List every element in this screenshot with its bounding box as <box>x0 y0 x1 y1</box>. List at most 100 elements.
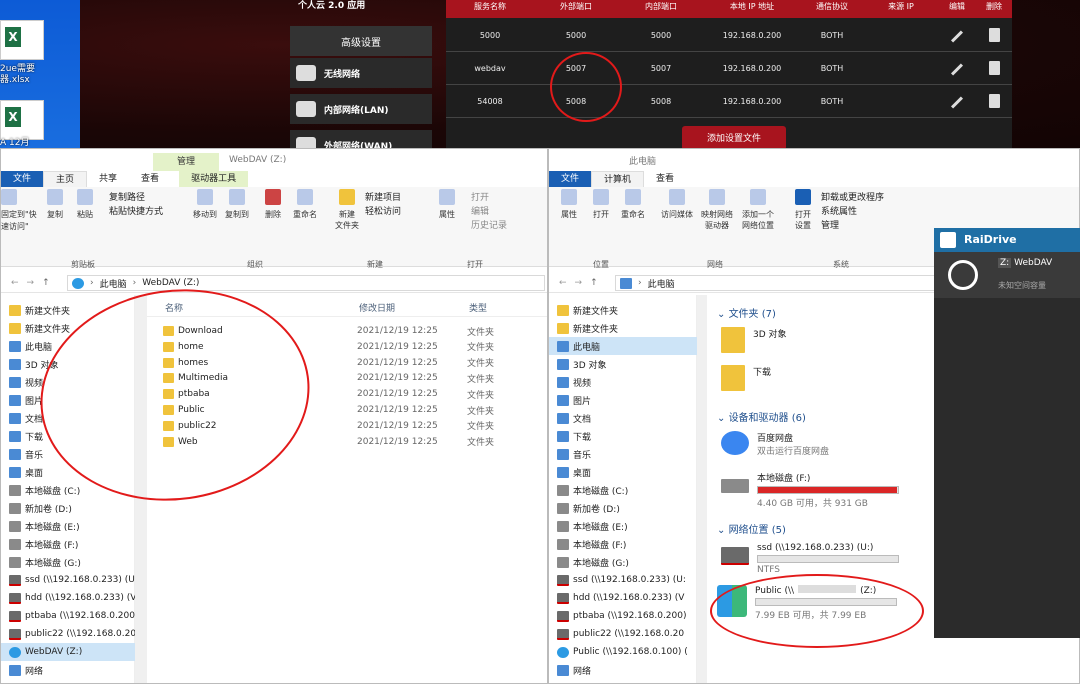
system-properties-button[interactable]: 系统属性 <box>821 205 884 219</box>
device-tile-baidu[interactable]: 百度网盘 双击运行百度网盘 <box>721 431 829 457</box>
delete-button[interactable]: 删除 <box>257 189 289 220</box>
nav-item[interactable]: 新加卷 (D:) <box>1 499 135 517</box>
nav-item[interactable]: 本地磁盘 (G:) <box>1 553 135 571</box>
menu-lan[interactable]: 内部网络(LAN) <box>290 94 432 124</box>
map-drive-button[interactable]: 映射网络 驱动器 <box>697 189 737 231</box>
breadcrumb[interactable]: › 此电脑 <box>615 275 935 291</box>
edit-button[interactable] <box>938 96 976 109</box>
section-devices[interactable]: ⌄ 设备和驱动器 (6) <box>717 409 806 424</box>
nav-scrollbar[interactable] <box>697 295 707 683</box>
breadcrumb-item[interactable]: 此电脑 <box>100 277 127 290</box>
network-tile-ssd[interactable]: ssd (\\192.168.0.233) (U:) NTFS <box>721 543 899 575</box>
section-folders[interactable]: ⌄ 文件夹 (7) <box>717 305 776 320</box>
open-button[interactable]: 打开 <box>471 191 507 205</box>
edit-button[interactable]: 编辑 <box>471 205 507 219</box>
folder-tile[interactable]: 3D 对象 <box>721 327 787 353</box>
nav-item[interactable]: 本地磁盘 (F:) <box>549 535 697 553</box>
nav-item[interactable]: 网络 <box>1 661 135 679</box>
delete-button[interactable] <box>976 27 1012 44</box>
nav-item[interactable]: 视频 <box>549 373 697 391</box>
nav-item[interactable]: 音乐 <box>549 445 697 463</box>
paste-shortcut-button[interactable]: 粘贴快捷方式 <box>109 205 163 219</box>
breadcrumb-item[interactable]: WebDAV (Z:) <box>142 278 199 288</box>
edit-button[interactable] <box>938 30 976 43</box>
uninstall-button[interactable]: 卸载或更改程序 <box>821 191 884 205</box>
copy-path-button[interactable]: 复制路径 <box>109 191 163 205</box>
up-arrow-icon[interactable]: ↑ <box>42 278 50 288</box>
copy-button[interactable]: 复制 <box>39 189 71 220</box>
nav-item[interactable]: 本地磁盘 (C:) <box>549 481 697 499</box>
nav-item[interactable]: public22 (\\192.168.0.20 <box>549 625 697 643</box>
up-arrow-icon[interactable]: ↑ <box>590 278 598 288</box>
nav-item[interactable]: hdd (\\192.168.0.233) (V <box>1 589 135 607</box>
nav-item[interactable]: WebDAV (Z:) <box>1 643 135 661</box>
forward-arrow-icon[interactable]: → <box>575 278 583 288</box>
nav-item[interactable]: 新建文件夹 <box>549 319 697 337</box>
tab-drive-tools[interactable]: 驱动器工具 <box>179 171 249 187</box>
nav-item[interactable]: 新建文件夹 <box>549 301 697 319</box>
excel-icon[interactable]: X <box>0 20 44 60</box>
folder-tile[interactable]: 下载 <box>721 365 771 391</box>
tab-computer[interactable]: 计算机 <box>591 171 645 187</box>
excel-icon[interactable]: X <box>0 100 44 140</box>
nav-item[interactable]: ssd (\\192.168.0.233) (U: <box>1 571 135 589</box>
nav-item[interactable]: 本地磁盘 (F:) <box>1 535 135 553</box>
nav-item[interactable]: ptbaba (\\192.168.0.200) <box>1 607 135 625</box>
tab-file[interactable]: 文件 <box>1 171 44 187</box>
tab-file[interactable]: 文件 <box>549 171 592 187</box>
paste-button[interactable]: 粘贴 <box>69 189 101 220</box>
rename-button[interactable]: 重命名 <box>617 189 649 220</box>
nav-item[interactable]: 本地磁盘 (E:) <box>549 517 697 535</box>
properties-button[interactable]: 属性 <box>553 189 585 220</box>
manage-button[interactable]: 管理 <box>821 219 884 233</box>
nav-item[interactable]: 网络 <box>549 661 697 679</box>
nav-item[interactable]: 新加卷 (D:) <box>549 499 697 517</box>
delete-button[interactable] <box>976 93 1012 110</box>
history-button[interactable]: 历史记录 <box>471 219 507 233</box>
edit-button[interactable] <box>938 63 976 76</box>
new-folder-button[interactable]: 新建 文件夹 <box>329 189 365 231</box>
col-date[interactable]: 修改日期 <box>359 301 395 314</box>
menu-advanced-settings[interactable]: 高级设置 <box>290 26 432 56</box>
nav-item[interactable]: hdd (\\192.168.0.233) (V <box>549 589 697 607</box>
rename-button[interactable]: 重命名 <box>289 189 321 220</box>
nav-item[interactable]: Public (\\192.168.0.100) ( <box>549 643 697 661</box>
easy-access-button[interactable]: 轻松访问 <box>365 205 401 219</box>
properties-button[interactable]: 属性 <box>431 189 463 220</box>
tab-home[interactable]: 主页 <box>43 171 88 187</box>
back-arrow-icon[interactable]: ← <box>559 278 567 288</box>
nav-item[interactable]: 3D 对象 <box>549 355 697 373</box>
breadcrumb-item[interactable]: 此电脑 <box>648 277 675 290</box>
raidrive-drive-item[interactable]: Z: WebDAV 未知空间容量 <box>934 252 1080 298</box>
section-network[interactable]: ⌄ 网络位置 (5) <box>717 521 786 536</box>
context-tab-manage[interactable]: 管理 <box>153 153 219 171</box>
pin-quick-access-button[interactable]: 固定到"快速访问" <box>1 189 37 233</box>
nav-item[interactable]: 本地磁盘 (E:) <box>1 517 135 535</box>
nav-item[interactable]: ptbaba (\\192.168.0.200) <box>549 607 697 625</box>
copy-to-button[interactable]: 复制到 <box>221 189 253 220</box>
menu-wireless[interactable]: 无线网络 <box>290 58 432 88</box>
add-setting-button[interactable]: 添加设置文件 <box>682 126 786 150</box>
breadcrumb[interactable]: › 此电脑 › WebDAV (Z:) <box>67 275 545 291</box>
new-item-button[interactable]: 新建项目 <box>365 191 401 205</box>
nav-item[interactable]: 此电脑 <box>549 337 697 355</box>
nav-item[interactable]: 下载 <box>549 427 697 445</box>
col-type[interactable]: 类型 <box>469 301 487 314</box>
nav-item[interactable]: 本地磁盘 (G:) <box>549 553 697 571</box>
open-settings-button[interactable]: 打开 设置 <box>787 189 819 231</box>
add-network-location-button[interactable]: 添加一个 网络位置 <box>737 189 779 231</box>
tab-view[interactable]: 查看 <box>129 171 171 187</box>
tab-view[interactable]: 查看 <box>644 171 686 187</box>
access-media-button[interactable]: 访问媒体 <box>657 189 697 220</box>
open-button[interactable]: 打开 <box>585 189 617 220</box>
nav-item[interactable]: 桌面 <box>549 463 697 481</box>
nav-item[interactable]: public22 (\\192.168.0.20 <box>1 625 135 643</box>
forward-arrow-icon[interactable]: → <box>27 278 35 288</box>
tab-share[interactable]: 共享 <box>87 171 129 187</box>
nav-item[interactable]: 图片 <box>549 391 697 409</box>
move-to-button[interactable]: 移动到 <box>189 189 221 220</box>
nav-item[interactable]: 文档 <box>549 409 697 427</box>
device-tile-drive-f[interactable]: 本地磁盘 (F:) 4.40 GB 可用，共 931 GB <box>721 471 899 509</box>
back-arrow-icon[interactable]: ← <box>11 278 19 288</box>
nav-item[interactable]: ssd (\\192.168.0.233) (U: <box>549 571 697 589</box>
